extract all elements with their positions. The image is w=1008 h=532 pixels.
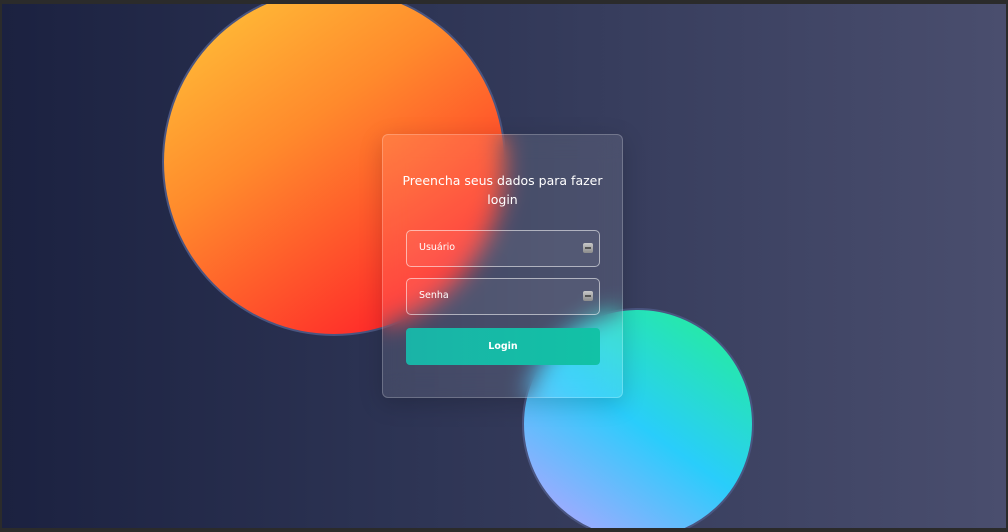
field-toggle-icon — [583, 291, 593, 301]
login-card: Preencha seus dados para fazer login Usu… — [382, 134, 623, 398]
password-field[interactable]: Senha — [406, 278, 600, 315]
password-placeholder: Senha — [419, 290, 449, 301]
login-button[interactable]: Login — [406, 328, 600, 365]
field-toggle-icon — [583, 243, 593, 253]
username-field[interactable]: Usuário — [406, 230, 600, 267]
app-window: Preencha seus dados para fazer login Usu… — [2, 4, 1006, 528]
login-title: Preencha seus dados para fazer login — [402, 173, 603, 207]
username-placeholder: Usuário — [419, 242, 456, 253]
